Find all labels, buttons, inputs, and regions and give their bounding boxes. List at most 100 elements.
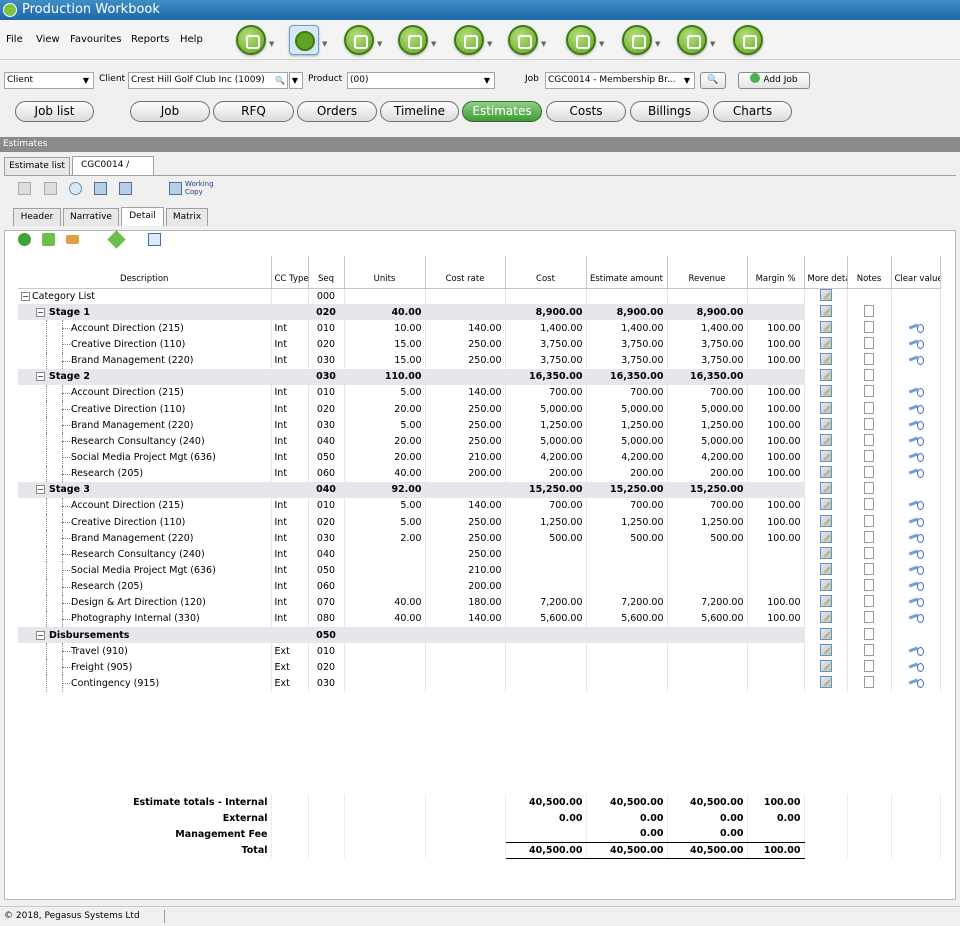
row-units[interactable]: 40.00 xyxy=(344,594,426,611)
row-description[interactable]: Travel (910) xyxy=(18,643,272,660)
table-row[interactable]: Brand Management (220) Int 030 2.00 250.00 50… xyxy=(18,530,941,547)
tab-billings[interactable]: Billings xyxy=(630,101,709,122)
col-cost[interactable]: Cost xyxy=(505,256,587,289)
note-icon[interactable] xyxy=(864,353,874,366)
print-options-icon[interactable] xyxy=(119,182,132,195)
row-cost-rate[interactable] xyxy=(425,304,506,321)
note-icon[interactable] xyxy=(864,482,874,495)
row-clear-values[interactable] xyxy=(891,449,941,466)
col-notes[interactable]: Notes xyxy=(847,256,892,289)
row-more-details[interactable] xyxy=(804,417,848,434)
tab-estimates[interactable]: Estimates xyxy=(462,101,542,122)
row-seq[interactable]: 030 xyxy=(308,368,345,385)
collapse-icon[interactable]: − xyxy=(36,485,45,495)
row-notes[interactable] xyxy=(847,417,892,434)
tab-rfq[interactable]: RFQ xyxy=(213,101,294,122)
row-clear-values[interactable] xyxy=(891,384,941,401)
row-cost-rate[interactable]: 140.00 xyxy=(425,610,506,627)
row-units[interactable]: 5.00 xyxy=(344,384,426,401)
row-seq[interactable]: 010 xyxy=(308,320,345,337)
row-seq[interactable]: 030 xyxy=(308,352,345,369)
row-clear-values[interactable] xyxy=(891,562,941,579)
clear-values-icon[interactable] xyxy=(909,580,924,592)
row-seq[interactable]: 010 xyxy=(308,643,345,660)
row-estimate-amount[interactable]: 700.00 xyxy=(586,384,668,401)
row-seq[interactable]: 020 xyxy=(308,513,345,531)
row-seq[interactable]: 050 xyxy=(308,449,345,466)
row-more-details[interactable] xyxy=(804,304,848,321)
row-seq[interactable]: 020 xyxy=(308,304,345,321)
row-more-details[interactable] xyxy=(804,659,848,676)
calculator-icon[interactable] xyxy=(508,25,538,55)
row-units[interactable]: 5.00 xyxy=(344,497,426,514)
row-units[interactable]: 2.00 xyxy=(344,530,426,547)
note-icon[interactable] xyxy=(864,675,874,688)
row-units[interactable]: 40.00 xyxy=(344,465,426,482)
job-select[interactable]: CGC0014 - Membership Br... ▼ xyxy=(545,72,695,89)
row-seq[interactable]: 030 xyxy=(308,417,345,434)
subtab-detail[interactable]: Detail xyxy=(121,207,164,226)
row-estimate-amount[interactable]: 15,250.00 xyxy=(586,481,668,498)
row-estimate-amount[interactable] xyxy=(586,578,668,595)
row-clear-values[interactable] xyxy=(891,417,941,434)
col-cc-type[interactable]: CC Type xyxy=(271,256,309,289)
row-units[interactable]: 5.00 xyxy=(344,513,426,531)
row-cost-rate[interactable] xyxy=(425,368,506,385)
row-more-details[interactable] xyxy=(804,675,848,692)
table-row[interactable]: Travel (910) Ext 010 xyxy=(18,643,941,660)
row-description[interactable]: − Category List xyxy=(18,288,272,305)
edit-details-icon[interactable] xyxy=(819,627,832,640)
clear-values-icon[interactable] xyxy=(909,338,924,349)
row-clear-values[interactable] xyxy=(891,352,941,369)
row-seq[interactable]: 060 xyxy=(308,465,345,482)
row-estimate-amount[interactable] xyxy=(586,562,668,579)
note-icon[interactable] xyxy=(864,417,874,430)
row-description[interactable]: − Stage 3 xyxy=(18,481,272,498)
row-notes[interactable] xyxy=(847,497,892,514)
row-cost-rate[interactable]: 250.00 xyxy=(425,530,506,547)
row-description[interactable]: Design & Art Direction (120) xyxy=(18,594,272,611)
note-icon[interactable] xyxy=(864,627,874,640)
row-description[interactable]: − Stage 2 xyxy=(18,368,272,385)
row-notes[interactable] xyxy=(847,610,892,627)
menu-view[interactable]: View xyxy=(36,34,60,45)
table-row[interactable]: Social Media Project Mgt (636) Int 050 210.… xyxy=(18,562,941,579)
edit-details-icon[interactable] xyxy=(819,433,832,446)
table-row[interactable]: Creative Direction (110) Int 020 5.00 250.00… xyxy=(18,513,941,531)
row-seq[interactable]: 060 xyxy=(308,578,345,595)
row-description[interactable]: − Disbursements xyxy=(18,626,272,644)
clear-values-icon[interactable] xyxy=(909,645,924,656)
row-notes[interactable] xyxy=(847,400,892,418)
edit-details-icon[interactable] xyxy=(819,401,832,414)
row-notes[interactable] xyxy=(847,578,892,595)
people-icon[interactable] xyxy=(566,25,596,55)
row-cost-rate[interactable]: 250.00 xyxy=(425,336,506,353)
note-icon[interactable] xyxy=(864,466,874,479)
row-estimate-amount[interactable] xyxy=(586,675,668,692)
row-estimate-amount[interactable] xyxy=(586,288,668,305)
table-row[interactable]: Research (205) Int 060 40.00 200.00 200.00 200… xyxy=(18,465,941,482)
row-cost-rate[interactable] xyxy=(425,659,506,676)
row-seq[interactable]: 050 xyxy=(308,626,345,644)
row-notes[interactable] xyxy=(847,465,892,482)
row-estimate-amount[interactable]: 1,250.00 xyxy=(586,417,668,434)
row-clear-values[interactable] xyxy=(891,320,941,337)
row-seq[interactable]: 030 xyxy=(308,675,345,692)
money-icon[interactable] xyxy=(344,25,374,55)
row-clear-values[interactable] xyxy=(891,400,941,418)
table-row[interactable]: Brand Management (220) Int 030 15.00 250.00 3… xyxy=(18,352,941,369)
row-clear-values[interactable] xyxy=(891,643,941,660)
table-row[interactable]: Brand Management (220) Int 030 5.00 250.00 1,… xyxy=(18,417,941,434)
row-seq[interactable]: 000 xyxy=(308,288,345,305)
row-units[interactable]: 15.00 xyxy=(344,352,426,369)
tab-orders[interactable]: Orders xyxy=(297,101,377,122)
leaf-icon[interactable] xyxy=(733,25,763,55)
row-cost-rate[interactable]: 200.00 xyxy=(425,578,506,595)
row-clear-values[interactable] xyxy=(891,513,941,531)
row-clear-values[interactable] xyxy=(891,659,941,676)
row-seq[interactable]: 040 xyxy=(308,481,345,498)
col-description[interactable]: Description xyxy=(18,256,272,289)
print-preview-icon[interactable] xyxy=(44,182,57,195)
row-clear-values[interactable] xyxy=(891,481,941,498)
row-cost-rate[interactable]: 200.00 xyxy=(425,465,506,482)
